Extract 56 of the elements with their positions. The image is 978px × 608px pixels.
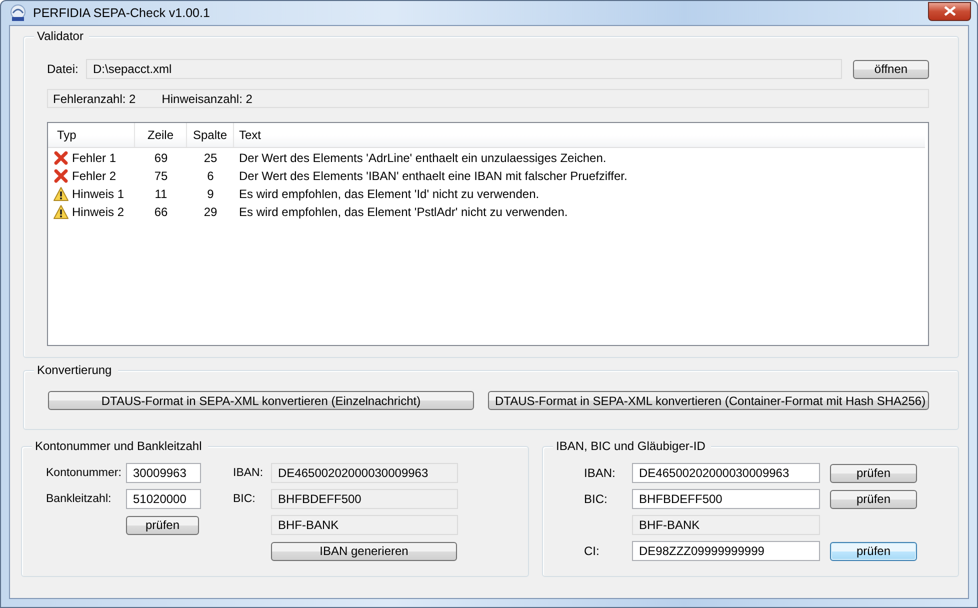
input-field[interactable]: DE46500202000030009963 — [632, 463, 820, 483]
iban-output-field: DE46500202000030009963 — [271, 463, 458, 483]
table-cell-text: 25 — [202, 151, 218, 165]
bank-code-field[interactable]: 51020000 — [126, 489, 201, 509]
table-cell-text: Es wird empfohlen, das Element 'Id' nicht zu verwenden. — [238, 187, 540, 201]
field-label: IBAN: — [233, 467, 264, 479]
input-field[interactable]: BHFBDEFF500 — [632, 489, 820, 509]
field-label: CI: — [584, 544, 600, 558]
table-cell-text: Es wird empfohlen, das Element 'PstlAdr' nicht zu verwenden. — [238, 205, 569, 219]
table-cell-text: Der Wert des Elements 'AdrLine' enthaelt ein unzulaessiges Zeichen. — [238, 151, 608, 165]
field-label: Kontonummer: — [46, 467, 122, 479]
check-button[interactable]: prüfen — [830, 490, 917, 508]
hint-count: Hinweisanzahl: 2 — [162, 92, 252, 106]
input-field[interactable]: DE98ZZZ09999999999 — [632, 541, 820, 561]
app-logo-icon — [9, 4, 27, 22]
table-cell: Hinweis 1 — [72, 187, 124, 201]
bank-name-field: BHF-BANK — [632, 515, 820, 535]
close-icon — [944, 6, 956, 16]
table-cell: Hinweis 2 — [72, 205, 124, 219]
table-cell-text: 75 — [153, 169, 169, 183]
convert-button[interactable]: DTAUS-Format in SEPA-XML konvertieren (Container-Format mit Hash SHA256) — [488, 391, 929, 410]
field-label: BIC: — [233, 493, 256, 505]
group-title: IBAN, BIC und Gläubiger-ID — [553, 439, 712, 453]
table-cell-text: Der Wert des Elements 'IBAN' enthaelt eine IBAN mit falscher Pruefziffer. — [238, 169, 628, 183]
group-title: Validator — [34, 29, 90, 43]
bic-output-field: BHFBDEFF500 — [271, 489, 458, 509]
window-title: PERFIDIA SEPA-Check v1.00.1 — [33, 6, 210, 20]
account-number-field[interactable]: 30009963 — [126, 463, 201, 483]
table-cell-text: 66 — [153, 205, 169, 219]
table-cell: Fehler 2 — [72, 169, 116, 183]
group-title: Kontonummer und Bankleitzahl — [32, 439, 208, 453]
check-button[interactable]: prüfen — [830, 542, 917, 560]
generate-iban-button[interactable]: IBAN generieren — [271, 542, 457, 560]
field-label: Datei: — [47, 62, 80, 76]
column-header[interactable]: Zeile — [135, 123, 187, 147]
convert-button[interactable]: DTAUS-Format in SEPA-XML konvertieren (Einzelnachricht) — [48, 391, 474, 410]
field-label: Bankleitzahl: — [46, 493, 112, 505]
field-label: IBAN: — [584, 466, 616, 480]
column-header[interactable]: Typ — [48, 123, 135, 147]
table-cell-text: 9 — [206, 187, 215, 201]
table-cell: Fehler 1 — [72, 151, 116, 165]
file-path-field: D:\sepacct.xml — [86, 59, 842, 79]
table-cell-text: 6 — [206, 169, 215, 183]
error-count: Fehleranzahl: 2 — [53, 92, 136, 106]
close-button[interactable] — [928, 2, 971, 20]
group-title: Konvertierung — [34, 363, 118, 377]
bank-name-field: BHF-BANK — [271, 515, 458, 535]
table-cell-text: 29 — [202, 205, 218, 219]
table-cell-text: 11 — [154, 187, 168, 201]
open-button[interactable]: öffnen — [853, 60, 929, 78]
check-button[interactable]: prüfen — [126, 516, 199, 534]
table-cell-text: 69 — [153, 151, 169, 165]
field-label: BIC: — [584, 492, 608, 506]
check-button[interactable]: prüfen — [830, 464, 917, 482]
column-header[interactable]: Text — [234, 123, 925, 147]
column-header[interactable]: Spalte — [187, 123, 234, 147]
